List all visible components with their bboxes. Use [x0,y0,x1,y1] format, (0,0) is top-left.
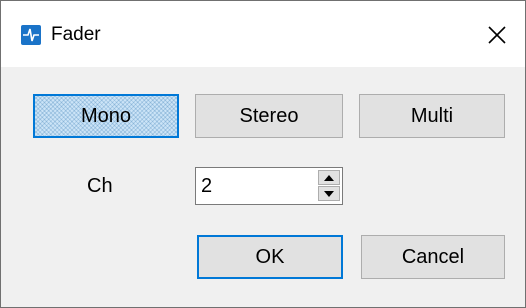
window-title: Fader [51,24,101,45]
multi-button[interactable]: Multi [359,94,505,138]
stepper-buttons [318,170,340,202]
title-bar: Fader [1,1,525,67]
spin-up-icon [324,174,334,181]
close-button[interactable] [475,15,519,55]
spin-down-icon [324,190,334,197]
channel-stepper[interactable]: 2 [195,167,343,205]
fader-app-icon [21,25,41,45]
stereo-button[interactable]: Stereo [195,94,343,138]
channel-label: Ch [87,175,113,197]
channel-value[interactable]: 2 [201,174,212,198]
fader-dialog: Fader Mono Stereo Multi Ch 2 OK Cancel [0,0,526,308]
channel-decrement-button[interactable] [318,186,340,201]
channel-increment-button[interactable] [318,170,340,185]
mono-button[interactable]: Mono [33,94,179,138]
cancel-button[interactable]: Cancel [361,235,505,279]
close-icon [488,26,506,44]
ok-button[interactable]: OK [197,235,343,279]
